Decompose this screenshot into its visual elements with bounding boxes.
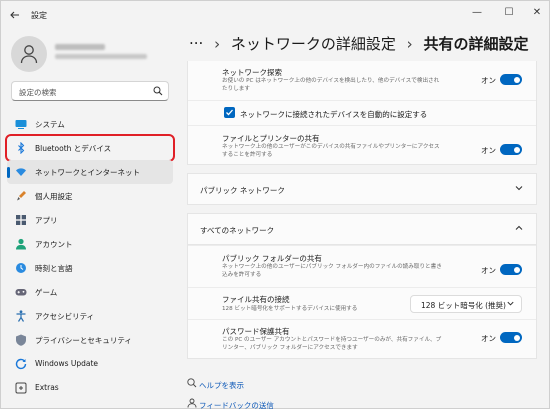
chevron-down-icon [506,299,515,310]
search-placeholder: 設定の検索 [19,88,57,97]
profile-name-blurred [55,44,105,50]
minimize-button[interactable]: — [467,5,487,21]
breadcrumb-parent[interactable]: ネットワークの詳細設定 [231,35,396,53]
sidebar-item-label: ネットワークとインターネット [35,168,140,177]
sidebar-item-extras[interactable]: Extras [7,376,173,400]
person-icon [20,45,38,64]
network-discovery-desc: お使いの PC はネットワーク上の他のデバイスを検出したり、他のデバイスで検出さ… [222,78,440,92]
close-button[interactable]: ✕ [527,5,547,21]
sidebar-nav: システム Bluetooth とデバイス ネットワークとインターネット 個人用設… [5,112,175,400]
password-sharing-desc: この PC のユーザー アカウントとパスワードを持つユーザーのみが、共有ファイル… [222,337,442,351]
gamepad-icon [15,286,27,298]
feedback-link[interactable]: フィードバックの送信 [187,398,274,409]
sidebar-item-label: システム [35,120,65,129]
sidebar-item-system[interactable]: システム [7,112,173,136]
user-profile[interactable] [11,36,171,72]
sidebar-item-label: アプリ [35,216,58,225]
sidebar-item-windows-update[interactable]: Windows Update [7,352,173,376]
private-network-card: ネットワーク探索 お使いの PC はネットワーク上の他のデバイスを検出したり、他… [187,61,537,165]
profile-email-blurred [55,54,147,59]
sidebar-item-bluetooth-devices[interactable]: Bluetooth とデバイス [5,134,175,162]
password-sharing-state: オン [481,334,496,343]
avatar [11,36,47,72]
sidebar-item-time-language[interactable]: 時刻と言語 [7,256,173,280]
chevron-right-icon: › [406,34,413,53]
public-folder-sharing-desc: ネットワーク上の他のユーザーにパブリック フォルダー内のファイルの読み取りと書き… [222,264,442,278]
sidebar-item-label: プライバシーとセキュリティ [35,336,132,345]
encryption-dropdown-value: 128 ビット暗号化 (推奨) [421,301,506,310]
sidebar-item-apps[interactable]: アプリ [7,208,173,232]
divider [188,125,536,126]
sidebar-item-network-internet[interactable]: ネットワークとインターネット [7,160,173,184]
sidebar-item-label: 個人用設定 [35,192,73,201]
chevron-up-icon[interactable] [514,223,524,236]
brush-icon [15,190,27,202]
sidebar-item-label: 時刻と言語 [35,264,73,273]
public-network-title: パブリック ネットワーク [200,186,285,195]
globe-clock-icon [15,262,27,274]
sidebar-item-label: アカウント [35,240,73,249]
update-icon [15,358,27,370]
sidebar-item-label: Windows Update [35,359,99,368]
divider [188,245,536,246]
public-network-card[interactable]: パブリック ネットワーク [187,173,537,205]
public-folder-sharing-state: オン [481,266,496,275]
all-networks-title: すべてのネットワーク [200,226,275,235]
page-title: 共有の詳細設定 [423,35,529,53]
auto-setup-label: ネットワークに接続されたデバイスを自動的に設定する [240,110,428,119]
settings-search-input[interactable]: 設定の検索 [11,81,169,101]
monitor-icon [15,118,27,130]
shield-icon [15,334,27,346]
maximize-button[interactable]: ☐ [499,5,519,21]
breadcrumb-overflow[interactable]: ··· [189,35,203,53]
password-sharing-toggle[interactable] [500,332,522,343]
network-discovery-state: オン [481,76,496,85]
divider [188,100,536,101]
auto-setup-checkbox[interactable] [224,107,235,118]
sidebar-item-personalization[interactable]: 個人用設定 [7,184,173,208]
sidebar-item-privacy-security[interactable]: プライバシーとセキュリティ [7,328,173,352]
checkmark-icon [226,109,233,116]
network-discovery-toggle[interactable] [500,74,522,85]
apps-icon [15,214,27,226]
wifi-icon [15,166,27,178]
help-link-label: ヘルプを表示 [199,381,244,390]
chevron-right-icon: › [214,34,221,53]
all-networks-card: パブリック フォルダーの共有 ネットワーク上の他のユーザーにパブリック フォルダ… [187,245,537,359]
sidebar-item-gaming[interactable]: ゲーム [7,280,173,304]
title-bar: 設定 — ☐ ✕ [1,1,550,31]
breadcrumb: ··· › ネットワークの詳細設定 › 共有の詳細設定 [189,33,528,59]
help-icon [187,378,199,390]
feedback-icon [187,398,199,409]
sidebar-item-label: Extras [35,383,59,392]
sidebar-item-label: ゲーム [35,288,58,297]
account-icon [15,238,27,250]
file-sharing-connections-desc: 128 ビット暗号化をサポートするデバイスに使用する [222,306,358,312]
back-arrow-icon[interactable] [9,9,23,23]
all-networks-header[interactable]: すべてのネットワーク [187,213,537,245]
sidebar-item-label: アクセシビリティ [35,312,95,321]
file-printer-sharing-state: オン [481,146,496,155]
app-title: 設定 [31,11,47,20]
sidebar-item-accessibility[interactable]: アクセシビリティ [7,304,173,328]
bluetooth-icon [15,141,27,155]
sidebar-item-label: Bluetooth とデバイス [35,144,112,153]
divider [188,287,536,288]
file-sharing-connections-title: ファイル共有の接続 [222,295,290,304]
divider [188,319,536,320]
file-printer-sharing-desc: ネットワーク上の他のユーザーがこのデバイスの共有ファイルやプリンターにアクセスす… [222,144,440,158]
encryption-dropdown[interactable]: 128 ビット暗号化 (推奨) [410,295,522,313]
public-folder-sharing-toggle[interactable] [500,264,522,275]
sidebar-item-accounts[interactable]: アカウント [7,232,173,256]
file-printer-sharing-toggle[interactable] [500,144,522,155]
chevron-down-icon[interactable] [514,183,524,196]
feedback-link-label: フィードバックの送信 [199,401,274,409]
help-link[interactable]: ヘルプを表示 [187,378,244,391]
accessibility-icon [15,310,27,322]
extras-icon [15,382,27,394]
search-icon[interactable] [153,86,163,98]
